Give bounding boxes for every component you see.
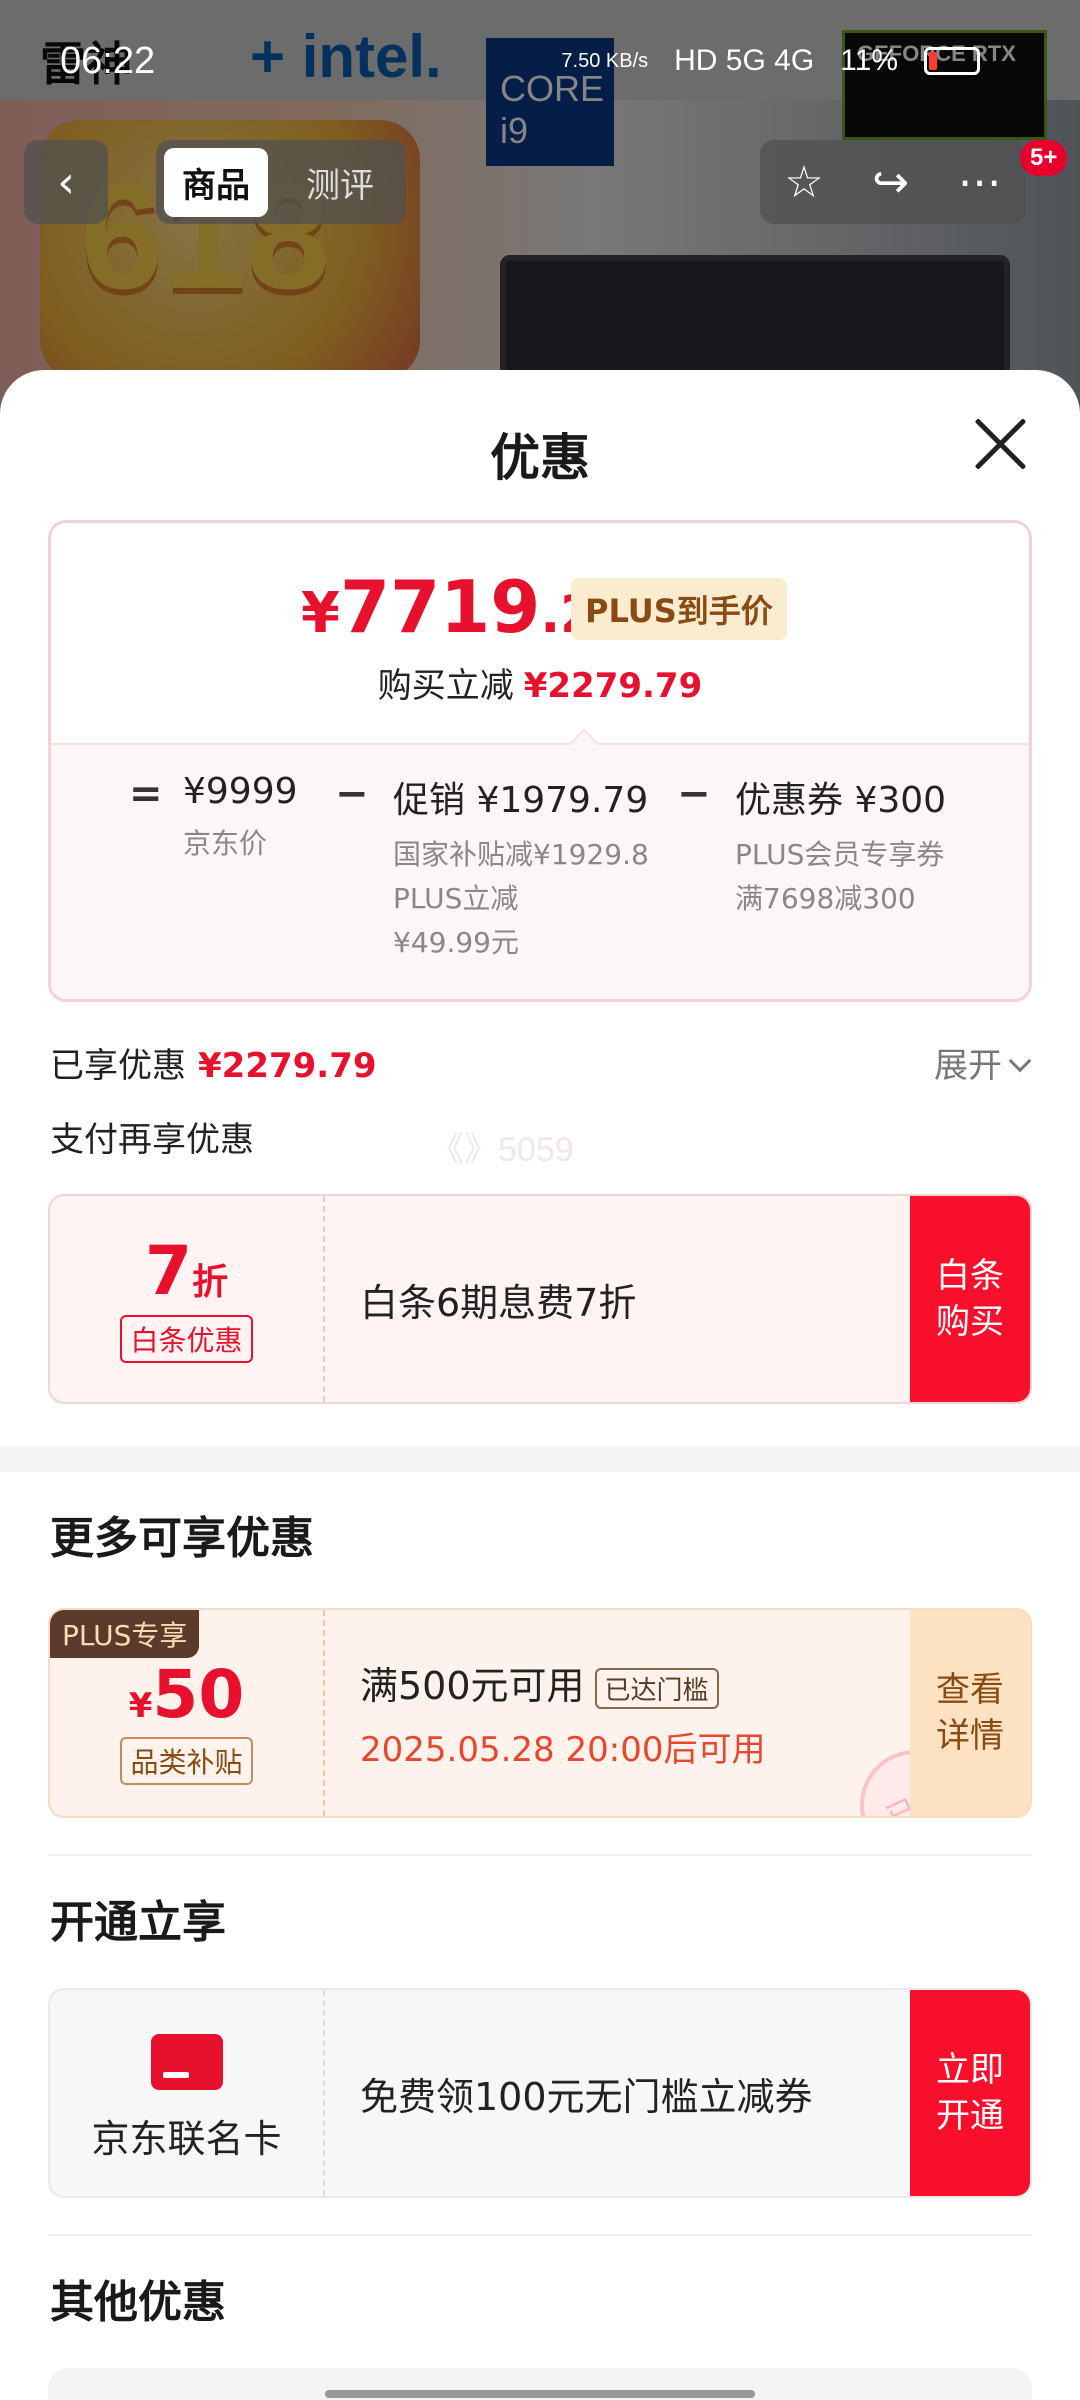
other-discounts-title: 其他优惠 (50, 2277, 226, 2328)
status-icons: 7.50 KB/s HD 5G 4G 11% (561, 44, 980, 78)
more-discounts-title: 更多可享优惠 (50, 1513, 314, 1564)
status-time: 06:22 (60, 40, 156, 82)
coupon-plus-member: PLUS会员专享券 (735, 838, 945, 871)
baitiao-left: 7折 白条优惠 (50, 1196, 325, 1402)
baitiao-discount: 7折 (50, 1232, 323, 1311)
tab-product[interactable]: 商品 (164, 147, 268, 217)
net-speed: 7.50 KB/s (561, 49, 649, 72)
jd-card-offer[interactable]: 京东联名卡 免费领100元无门槛立减券 立即开通 (48, 1988, 1032, 2198)
jd-price: ¥9999 (183, 771, 298, 812)
baitiao-discount-value: 7 (144, 1232, 193, 1311)
open-now-button[interactable]: 立即开通 (910, 1990, 1030, 2196)
star-icon[interactable]: ☆ (784, 157, 823, 208)
plus-coupon-mid: 满500元可用 已达门槛 2025.05.28 20:00后可用 (360, 1610, 765, 1816)
enjoyed-amount: ¥2279.79 (198, 1046, 377, 1086)
page-tabs: 商品 测评 (156, 140, 406, 224)
status-bar: 06:22 7.50 KB/s HD 5G 4G 11% (0, 0, 1080, 120)
promo-plus: PLUS立减 (393, 882, 519, 915)
baitiao-discount-unit: 折 (192, 1262, 229, 1303)
plus-coupon-time: 2025.05.28 20:00后可用 (360, 1730, 766, 1770)
chevron-down-icon (1008, 1049, 1032, 1073)
section-separator (0, 1446, 1080, 1472)
more-icon[interactable]: ⋯ (958, 157, 1002, 208)
reduce-line: 购买立减 ¥2279.79 (51, 658, 1029, 707)
open-enjoy-title: 开通立享 (50, 1897, 226, 1948)
baitiao-desc: 白条6期息费7折 (360, 1280, 637, 1325)
view-details-button[interactable]: 查看详情 (910, 1610, 1030, 1816)
enjoyed-discount: 已享优惠 ¥2279.79 (50, 1038, 377, 1087)
jd-card-name: 京东联名卡 (91, 2117, 282, 2161)
promo-value: 促销 ¥1979.79 (393, 780, 649, 821)
jd-price-column: ¥9999 京东价 (183, 771, 298, 866)
price-breakdown: = ¥9999 京东价 − 促销 ¥1979.79 国家补贴减¥1929.8 P… (51, 743, 1029, 999)
plus-coupon-yen: ¥ (128, 1686, 153, 1726)
baitiao-mid: 白条6期息费7折 (360, 1196, 636, 1402)
close-icon[interactable] (970, 414, 1030, 474)
jd-price-label: 京东价 (183, 827, 268, 860)
expand-label: 展开 (934, 1046, 1002, 1086)
network-icons: HD 5G 4G (674, 44, 815, 77)
discount-sheet: 优惠 ¥7719.21 PLUS到手价 购买立减¥2279.79 = ¥9999… (0, 370, 1080, 2400)
coupon-sub: PLUS会员专享券 满7698减300 (735, 833, 946, 921)
pay-more-label: 支付再享优惠 (50, 1120, 254, 1160)
plus-coupon-desc-line: 满500元可用 已达门槛 (360, 1655, 765, 1710)
plus-price-tag: PLUS到手价 (571, 578, 787, 640)
plus-coupon-desc: 满500元可用 (360, 1664, 585, 1708)
threshold-reached-badge: 已达门槛 (594, 1668, 719, 1709)
coupon-value: 优惠券 ¥300 (735, 780, 947, 821)
promo-column: 促销 ¥1979.79 国家补贴减¥1929.8 PLUS立减 ¥49.99元 (393, 771, 649, 965)
price-yen: ¥ (301, 581, 340, 646)
reduce-label: 购买立减 (377, 666, 514, 706)
plus-coupon[interactable]: PLUS专享 ¥50 品类补贴 满500元可用 已达门槛 2025.05.28 2… (48, 1608, 1032, 1818)
coupon-column: 优惠券 ¥300 PLUS会员专享券 满7698减300 (735, 771, 946, 921)
minus-sign-2: − (677, 771, 711, 817)
divider-2 (48, 2234, 1032, 2236)
reduce-amount: ¥2279.79 (523, 666, 703, 706)
notification-badge: 5+ (1020, 140, 1068, 176)
baitiao-coupon[interactable]: 7折 白条优惠 白条6期息费7折 白条购买 (48, 1194, 1032, 1404)
promo-sub: 国家补贴减¥1929.8 PLUS立减 ¥49.99元 (393, 833, 649, 965)
jd-card-mid: 免费领100元无门槛立减券 (360, 1990, 813, 2196)
coupon-threshold: 满7698减300 (735, 882, 916, 915)
price-integer: 7719 (339, 565, 541, 649)
plus-coupon-amount: ¥50 (50, 1656, 323, 1733)
category-subsidy-tag: 品类补贴 (120, 1737, 253, 1785)
jd-card-desc: 免费领100元无门槛立减券 (360, 2074, 813, 2119)
top-actions: ☆ ↪ ⋯ (760, 140, 1026, 224)
promo-subsidy: 国家补贴减¥1929.8 (393, 838, 649, 871)
price-card: ¥7719.21 PLUS到手价 购买立减¥2279.79 = ¥9999 京东… (48, 520, 1032, 1002)
divider (48, 1854, 1032, 1856)
watermark: 《》5059 (430, 1131, 574, 1169)
plus-coupon-left: PLUS专享 ¥50 品类补贴 (50, 1610, 325, 1816)
equals-sign: = (129, 771, 163, 817)
plus-coupon-value: 50 (152, 1656, 245, 1733)
tab-reviews[interactable]: 测评 (288, 148, 392, 217)
home-indicator[interactable] (325, 2390, 755, 2398)
sheet-title: 优惠 (490, 429, 590, 487)
baitiao-buy-button[interactable]: 白条购买 (910, 1196, 1030, 1402)
battery-icon (924, 47, 980, 75)
price-summary: ¥7719.21 PLUS到手价 购买立减¥2279.79 (51, 523, 1029, 743)
chevron-left-icon: ‹ (57, 156, 75, 208)
enjoyed-label: 已享优惠 (50, 1046, 186, 1086)
baitiao-tag: 白条优惠 (120, 1315, 253, 1363)
expand-button[interactable]: 展开 (934, 1038, 1032, 1087)
minus-sign: − (335, 771, 369, 817)
credit-card-icon (150, 2034, 223, 2090)
share-icon[interactable]: ↪ (872, 157, 909, 208)
battery-percent: 11% (840, 44, 898, 77)
promo-plus-amount: ¥49.99元 (393, 926, 519, 959)
jd-card-left: 京东联名卡 (50, 1990, 325, 2196)
back-button[interactable]: ‹ (24, 140, 108, 224)
plus-only-badge: PLUS专享 (50, 1610, 200, 1658)
